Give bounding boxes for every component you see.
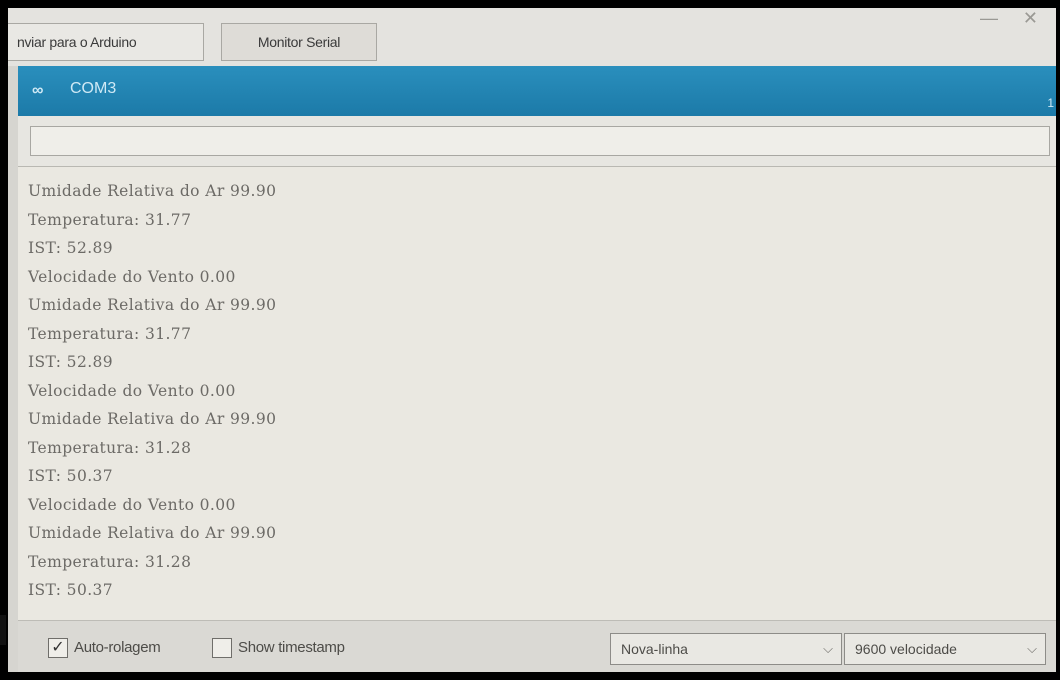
port-title-bar: ∞ COM3 1: [18, 66, 1056, 116]
baud-rate-value: 9600 velocidade: [855, 641, 957, 657]
serial-monitor-window: nviar para o Arduino Monitor Serial — ✕ …: [8, 8, 1056, 672]
timestamp-checkbox[interactable]: Show timestamp: [212, 637, 345, 659]
send-input[interactable]: [30, 126, 1050, 156]
port-title: COM3: [70, 80, 117, 97]
output-line: Velocidade do Vento 0.00: [28, 495, 236, 514]
output-line: Temperatura: 31.28: [28, 438, 192, 457]
output-line: Velocidade do Vento 0.00: [28, 267, 236, 286]
line-ending-select[interactable]: Nova-linha ⌵: [610, 633, 842, 665]
output-line: Umidade Relativa do Ar 99.90: [28, 524, 277, 542]
output-line: Umidade Relativa do Ar 99.90: [28, 296, 277, 314]
autoscroll-check-icon[interactable]: ✓: [48, 638, 68, 659]
timestamp-box[interactable]: [212, 638, 232, 659]
line-ending-value: Nova-linha: [621, 641, 688, 657]
tab-strip: nviar para o Arduino Monitor Serial — ✕: [8, 8, 1056, 66]
chevron-down-icon: ⌵: [823, 641, 833, 656]
output-line: Temperatura: 31.28: [28, 552, 192, 571]
output-line: Velocidade do Vento 0.00: [28, 381, 236, 400]
output-line: IST: 52.89: [28, 353, 114, 371]
tab-serial-monitor[interactable]: Monitor Serial: [221, 23, 377, 61]
minimize-icon[interactable]: —: [980, 8, 998, 29]
output-line: IST: 50.37: [28, 467, 114, 485]
baud-rate-select[interactable]: 9600 velocidade ⌵: [844, 633, 1046, 665]
tab-upload[interactable]: nviar para o Arduino: [8, 23, 204, 61]
output-line: IST: 52.89: [28, 239, 114, 257]
send-row: [18, 116, 1056, 166]
output-line: Temperatura: 31.77: [28, 324, 192, 343]
output-line: Umidade Relativa do Ar 99.90: [28, 410, 277, 428]
close-icon[interactable]: ✕: [1023, 8, 1038, 29]
chevron-down-icon: ⌵: [1027, 641, 1037, 656]
autoscroll-checkbox[interactable]: ✓ Auto-rolagem: [48, 637, 161, 659]
timestamp-label: Show timestamp: [238, 639, 345, 657]
output-lines: Umidade Relativa do Ar 99.90 Temperatura:…: [28, 177, 276, 605]
status-bar: ✓ Auto-rolagem Show timestamp Nova-linha …: [18, 620, 1056, 672]
left-edge-marker: [0, 615, 6, 645]
output-line: Temperatura: 31.77: [28, 210, 192, 229]
arduino-logo-icon: ∞: [32, 82, 44, 99]
output-line: IST: 50.37: [28, 581, 114, 599]
autoscroll-label: Auto-rolagem: [74, 639, 161, 657]
title-edge-text: 1: [1047, 96, 1054, 110]
output-line: Umidade Relativa do Ar 99.90: [28, 182, 277, 200]
serial-output[interactable]: Umidade Relativa do Ar 99.90 Temperatura:…: [18, 166, 1056, 621]
